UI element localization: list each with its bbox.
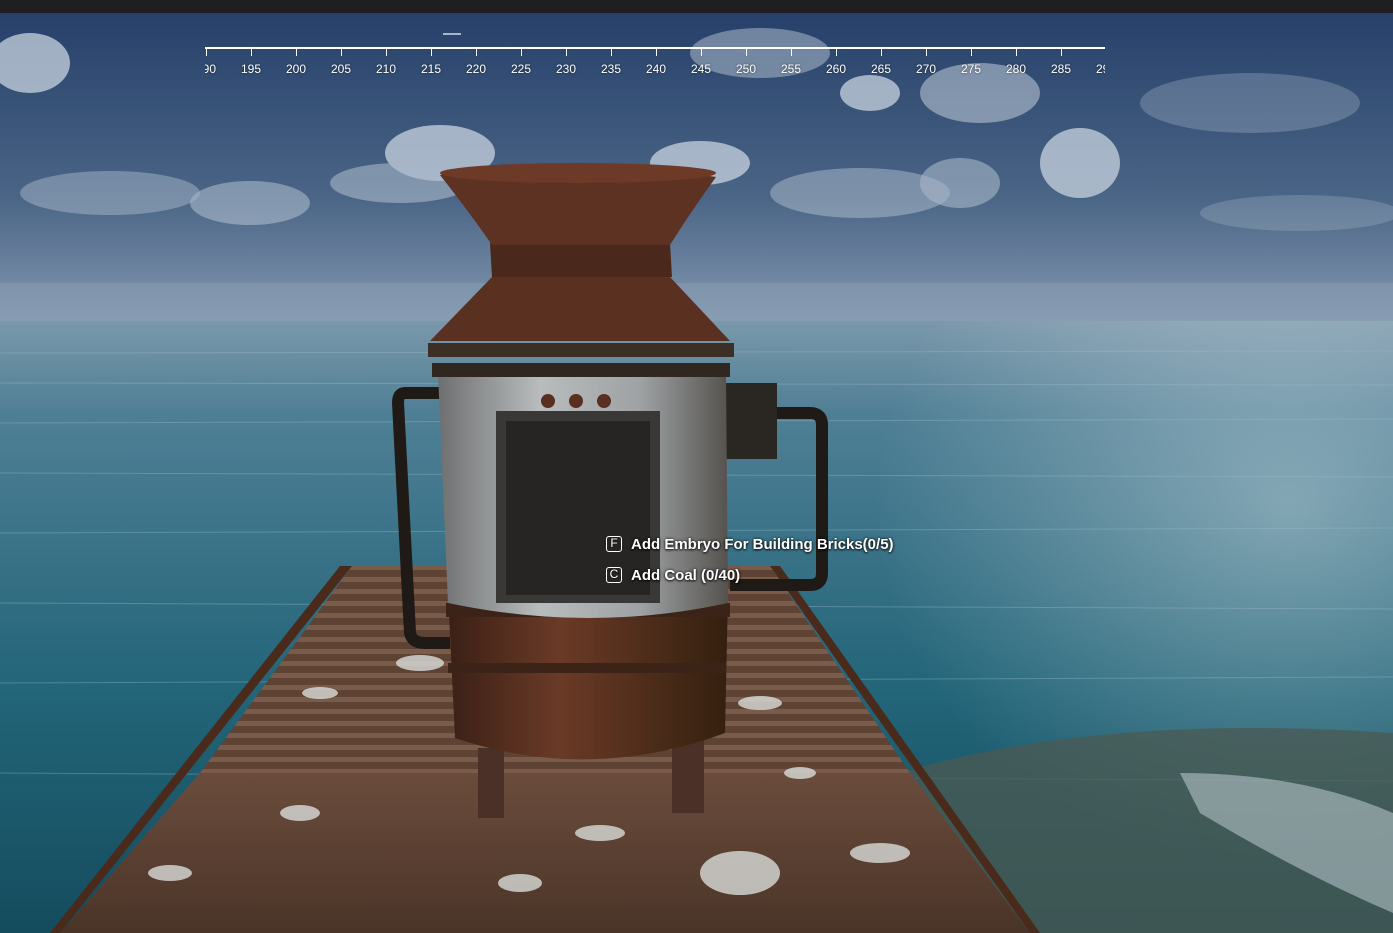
compass-heading-label: 230 [555,62,577,76]
kiln-knob [597,394,611,408]
compass-heading-label: 280 [1005,62,1027,76]
compass-tick [1016,49,1017,56]
compass-heading-label: 275 [960,62,982,76]
compass-tick [701,49,702,56]
prompt-label: Add Embryo For Building Bricks(0/5) [631,535,894,553]
kiln-collar [432,363,730,377]
compass-tick [206,49,207,56]
compass-tick [611,49,612,56]
compass-heading-label: 265 [870,62,892,76]
key-c-icon: C [606,567,622,583]
compass-heading-label: 250 [735,62,757,76]
game-viewport[interactable]: 190 195 200 205 210 215 220 225 230 235 240 245 250 2… [0,0,1393,933]
compass-heading-label: 205 [330,62,352,76]
prompt-add-embryo[interactable]: F Add Embryo For Building Bricks(0/5) [606,533,894,555]
prompt-label: Add Coal (0/40) [631,566,741,584]
compass-tick [341,49,342,56]
kiln-neck [490,243,672,277]
compass-heading-label: 210 [375,62,397,76]
compass-tick [251,49,252,56]
compass-marker-icon [443,33,461,35]
compass-tick [971,49,972,56]
compass-tick [566,49,567,56]
compass-tick [656,49,657,56]
compass-tick [746,49,747,56]
compass-heading-label: 240 [645,62,667,76]
compass-heading-label: 270 [915,62,937,76]
compass-line [205,47,1105,49]
kiln-side-box [722,383,777,459]
compass-tick [791,49,792,56]
compass-heading-label: 245 [690,62,712,76]
prompt-add-coal[interactable]: C Add Coal (0/40) [606,564,894,586]
compass-heading-label: 285 [1050,62,1072,76]
compass-heading-label: 215 [420,62,442,76]
compass-bar: 190 195 200 205 210 215 220 225 230 235 240 245 250 2… [205,47,1105,87]
compass-tick [521,49,522,56]
compass-tick [926,49,927,56]
compass-tick [476,49,477,56]
compass-heading-label: 255 [780,62,802,76]
compass-tick [881,49,882,56]
compass-tick [296,49,297,56]
kiln-knob [541,394,555,408]
compass-heading-label: 235 [600,62,622,76]
kiln-leg [478,748,504,818]
compass-tick [1061,49,1062,56]
key-f-icon: F [606,536,622,552]
compass-tick [836,49,837,56]
compass-heading-label: 220 [465,62,487,76]
window-top-bar [0,0,1393,13]
game-scene [0,13,1393,933]
kiln-funnel-rim [440,163,716,183]
compass-heading-label: 290 [1095,62,1105,76]
kiln-knob [569,394,583,408]
kiln-base-ring [448,663,726,673]
compass-heading-label: 260 [825,62,847,76]
kiln-collar [428,343,734,357]
compass-heading-label: 225 [510,62,532,76]
compass-heading-label: 190 [205,62,217,76]
interaction-prompts: F Add Embryo For Building Bricks(0/5) C … [606,533,894,595]
compass-tick [431,49,432,56]
compass-tick [386,49,387,56]
compass-heading-label: 200 [285,62,307,76]
compass-heading-label: 195 [240,62,262,76]
